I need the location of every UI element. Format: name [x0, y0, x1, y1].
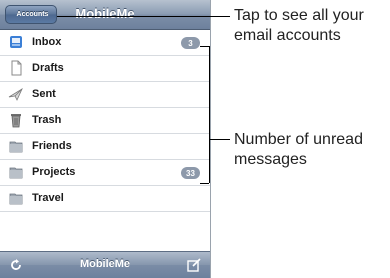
mailbox-label: Trash	[32, 114, 62, 126]
unread-callout-line2: messages	[234, 151, 307, 168]
mailbox-row-drafts[interactable]: Drafts	[0, 56, 210, 82]
mailbox-row-projects[interactable]: Projects 33	[0, 160, 210, 186]
mailbox-label: Projects	[32, 166, 76, 178]
mailbox-label: Drafts	[32, 62, 64, 74]
accounts-callout-text: Tap to see all your email accounts	[234, 6, 364, 46]
unread-callout-text: Number of unread messages	[234, 130, 363, 170]
folder-icon	[9, 167, 23, 179]
accounts-callout-line2: email accounts	[234, 27, 341, 44]
sent-icon	[8, 87, 23, 101]
mailbox-label: Sent	[32, 88, 56, 100]
inbox-icon	[10, 36, 22, 48]
folder-icon	[9, 193, 23, 205]
unread-bracket-bottom	[200, 183, 209, 184]
unread-callout-line	[210, 139, 230, 140]
nav-title: MobileMe	[75, 6, 135, 21]
compose-icon[interactable]	[186, 257, 202, 273]
navigation-bar: Accounts MobileMe	[0, 0, 210, 30]
drafts-icon	[11, 60, 22, 76]
accounts-callout-line1: Tap to see all your	[234, 7, 364, 24]
mailbox-label: Inbox	[32, 36, 62, 48]
mailbox-label: Friends	[32, 140, 72, 152]
mailbox-row-friends[interactable]: Friends	[0, 134, 210, 160]
unread-bracket-top	[200, 46, 209, 47]
mailbox-list: Inbox 3 Drafts Sent Trash Friends Projec…	[0, 30, 210, 212]
mailbox-row-sent[interactable]: Sent	[0, 82, 210, 108]
toolbar-title: MobileMe	[79, 258, 131, 270]
accounts-callout-line	[57, 16, 230, 17]
folder-icon	[9, 141, 23, 153]
bottom-toolbar: MobileMe	[0, 251, 210, 278]
mailbox-row-travel[interactable]: Travel	[0, 186, 210, 212]
mailbox-row-trash[interactable]: Trash	[0, 108, 210, 134]
unread-bracket-vertical	[209, 46, 210, 183]
unread-callout-line1: Number of unread	[234, 131, 363, 148]
trash-icon	[11, 114, 21, 128]
phone-screen: Accounts MobileMe Inbox 3 Drafts Sent Tr…	[0, 0, 211, 278]
mailbox-row-inbox[interactable]: Inbox 3	[0, 30, 210, 56]
mailbox-label: Travel	[32, 192, 64, 204]
unread-count-badge: 33	[181, 167, 200, 179]
unread-count-badge: 3	[181, 37, 200, 49]
